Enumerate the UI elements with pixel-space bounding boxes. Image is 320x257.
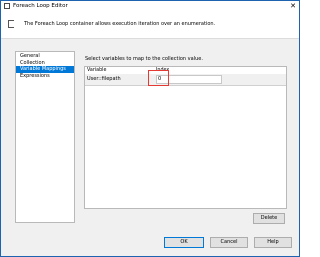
editor-nav-list[interactable]: General Collection Variable Mappings Exp…	[15, 51, 75, 223]
nav-item-variable-mappings[interactable]: Variable Mappings	[16, 66, 74, 73]
title-bar[interactable]: Foreach Loop Editor ✕	[1, 1, 299, 12]
cancel-button[interactable]: Cancel	[210, 237, 248, 248]
index-highlight-box	[148, 70, 169, 86]
help-button[interactable]: Help	[254, 237, 292, 248]
column-header-variable: Variable	[87, 68, 107, 73]
close-icon[interactable]: ✕	[290, 1, 296, 11]
window-title: Foreach Loop Editor	[13, 3, 68, 9]
foreach-loop-icon	[8, 20, 14, 28]
table-row[interactable]: User::filepath 0	[85, 74, 286, 86]
header-description: The Foreach Loop container allows execut…	[24, 21, 216, 27]
editor-header: The Foreach Loop container allows execut…	[1, 12, 299, 39]
grid-header: Variable Index	[85, 67, 286, 74]
variable-cell[interactable]: User::filepath	[87, 74, 121, 85]
window-app-icon	[4, 3, 10, 9]
delete-button[interactable]: Delete	[253, 213, 285, 224]
ok-button[interactable]: OK	[164, 237, 204, 248]
nav-item-expressions[interactable]: Expressions	[16, 73, 74, 80]
mapping-instruction: Select variables to map to the collectio…	[85, 56, 203, 62]
variable-mappings-grid[interactable]: Variable Index User::filepath 0	[84, 66, 287, 209]
